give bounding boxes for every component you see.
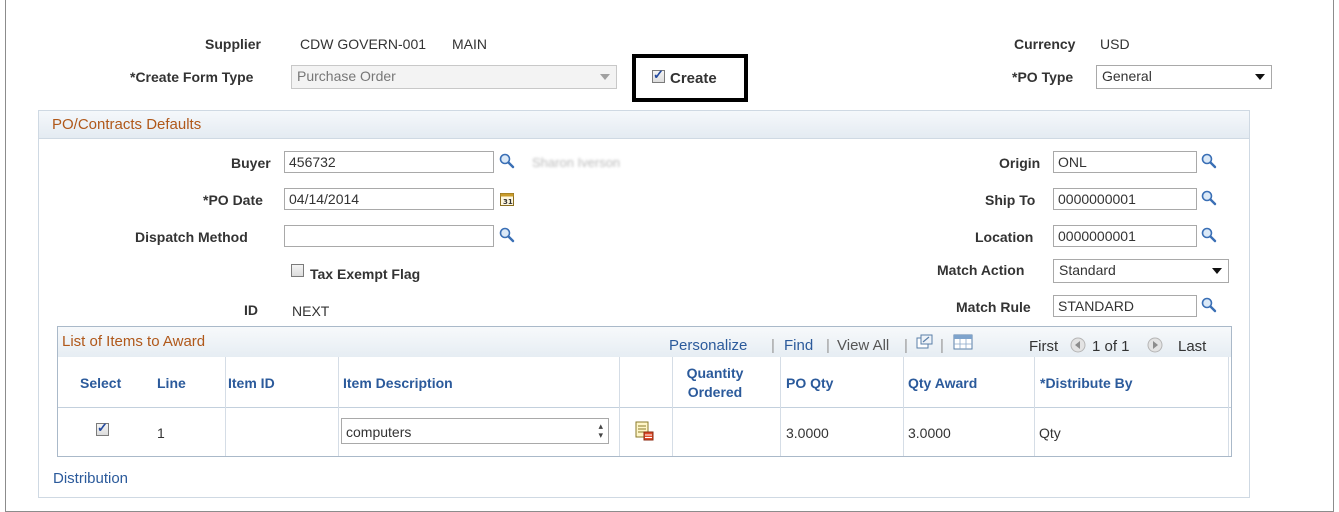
separator: |	[904, 337, 908, 354]
section-header: PO/Contracts Defaults	[39, 111, 1249, 139]
next-arrow-icon[interactable]	[1147, 337, 1163, 353]
po-date-label: *PO Date	[203, 192, 263, 208]
last-label: Last	[1178, 338, 1207, 355]
po-type-select[interactable]: General	[1096, 65, 1272, 89]
row-line: 1	[157, 425, 165, 441]
supplier-value: CDW GOVERN-001	[300, 36, 427, 52]
grid-divider	[619, 357, 620, 456]
column-header-po-qty: PO Qty	[786, 375, 834, 391]
section-title: PO/Contracts Defaults	[52, 116, 202, 133]
separator: |	[826, 337, 830, 354]
search-icon[interactable]	[1201, 153, 1217, 169]
column-header-quantity: Quantity	[686, 365, 744, 381]
chevron-down-icon	[1212, 268, 1222, 274]
origin-label: Origin	[999, 155, 1041, 171]
row-distribute-by: Qty	[1039, 425, 1061, 441]
chevron-down-icon	[600, 74, 610, 80]
item-description-input[interactable]: computers ▴ ▾	[341, 418, 609, 444]
id-value: NEXT	[292, 303, 330, 319]
match-rule-label: Match Rule	[956, 299, 1031, 315]
create-form-type-value: Purchase Order	[297, 68, 396, 84]
column-header-select: Select	[80, 375, 122, 391]
supplier-label: Supplier	[205, 36, 262, 52]
grid-divider	[1034, 357, 1035, 456]
tax-exempt-checkbox[interactable]	[291, 264, 304, 277]
currency-label: Currency	[1014, 36, 1076, 52]
search-icon[interactable]	[499, 227, 515, 243]
grid-divider	[672, 357, 673, 456]
search-icon[interactable]	[1201, 190, 1217, 206]
create-form-type-select[interactable]: Purchase Order	[291, 65, 617, 89]
grid-divider	[903, 357, 904, 456]
id-label: ID	[244, 302, 258, 318]
download-grid-icon[interactable]	[953, 334, 973, 350]
search-icon[interactable]	[1201, 297, 1217, 313]
tax-exempt-label: Tax Exempt Flag	[310, 266, 421, 282]
column-header-distribute-by: *Distribute By	[1040, 375, 1133, 391]
view-all-link[interactable]: View All	[837, 337, 889, 354]
search-icon[interactable]	[1201, 227, 1217, 243]
buyer-label: Buyer	[231, 155, 271, 171]
new-window-icon[interactable]	[915, 334, 933, 350]
create-checkbox[interactable]	[652, 67, 665, 83]
personalize-link[interactable]: Personalize	[669, 337, 747, 354]
separator: |	[940, 337, 944, 354]
column-header-line: Line	[157, 375, 186, 391]
item-details-icon[interactable]	[633, 420, 655, 442]
separator: |	[771, 337, 775, 354]
grid-divider	[1228, 357, 1229, 456]
supplier-location: MAIN	[452, 36, 487, 52]
spinner-icon[interactable]: ▴ ▾	[598, 422, 603, 440]
ship-to-input[interactable]: 0000000001	[1053, 188, 1197, 210]
row-qty-award: 3.0000	[908, 425, 951, 441]
currency-value: USD	[1100, 36, 1130, 52]
column-header-item-description: Item Description	[343, 375, 453, 391]
row-select-checkbox[interactable]	[96, 420, 109, 436]
grid-divider	[225, 357, 226, 456]
find-link[interactable]: Find	[784, 337, 813, 354]
distribution-link[interactable]: Distribution	[53, 470, 128, 487]
create-form-type-label: *Create Form Type	[130, 69, 254, 85]
po-date-input[interactable]: 04/14/2014	[284, 188, 494, 210]
svg-text:31: 31	[503, 198, 513, 206]
first-label: First	[1029, 338, 1059, 355]
row-po-qty: 3.0000	[786, 425, 829, 441]
match-rule-input[interactable]: STANDARD	[1053, 295, 1197, 317]
po-type-value: General	[1102, 68, 1152, 84]
column-header-qty-award: Qty Award	[908, 375, 978, 391]
chevron-down-icon	[1255, 74, 1265, 80]
grid-divider	[338, 357, 339, 456]
item-description-value: computers	[346, 424, 412, 440]
dispatch-method-input[interactable]	[284, 225, 494, 247]
dispatch-method-label: Dispatch Method	[135, 229, 248, 245]
buyer-name: Sharon Iverson	[532, 155, 621, 170]
grid-title: List of Items to Award	[62, 333, 206, 350]
create-label: Create	[670, 70, 717, 87]
column-header-item-id: Item ID	[228, 375, 275, 391]
location-label: Location	[975, 229, 1034, 245]
origin-input[interactable]: ONL	[1053, 151, 1197, 173]
buyer-input[interactable]: 456732	[284, 151, 494, 173]
column-header-ordered: Ordered	[687, 384, 743, 400]
location-input[interactable]: 0000000001	[1053, 225, 1197, 247]
calendar-icon[interactable]: 31	[499, 191, 515, 207]
search-icon[interactable]	[499, 153, 515, 169]
grid-divider	[780, 357, 781, 456]
match-action-select[interactable]: Standard	[1053, 259, 1229, 283]
match-action-value: Standard	[1059, 262, 1116, 278]
page-info: 1 of 1	[1092, 338, 1130, 355]
match-action-label: Match Action	[937, 262, 1025, 278]
ship-to-label: Ship To	[985, 192, 1036, 208]
previous-arrow-icon[interactable]	[1070, 337, 1086, 353]
po-type-label: *PO Type	[1012, 69, 1074, 85]
